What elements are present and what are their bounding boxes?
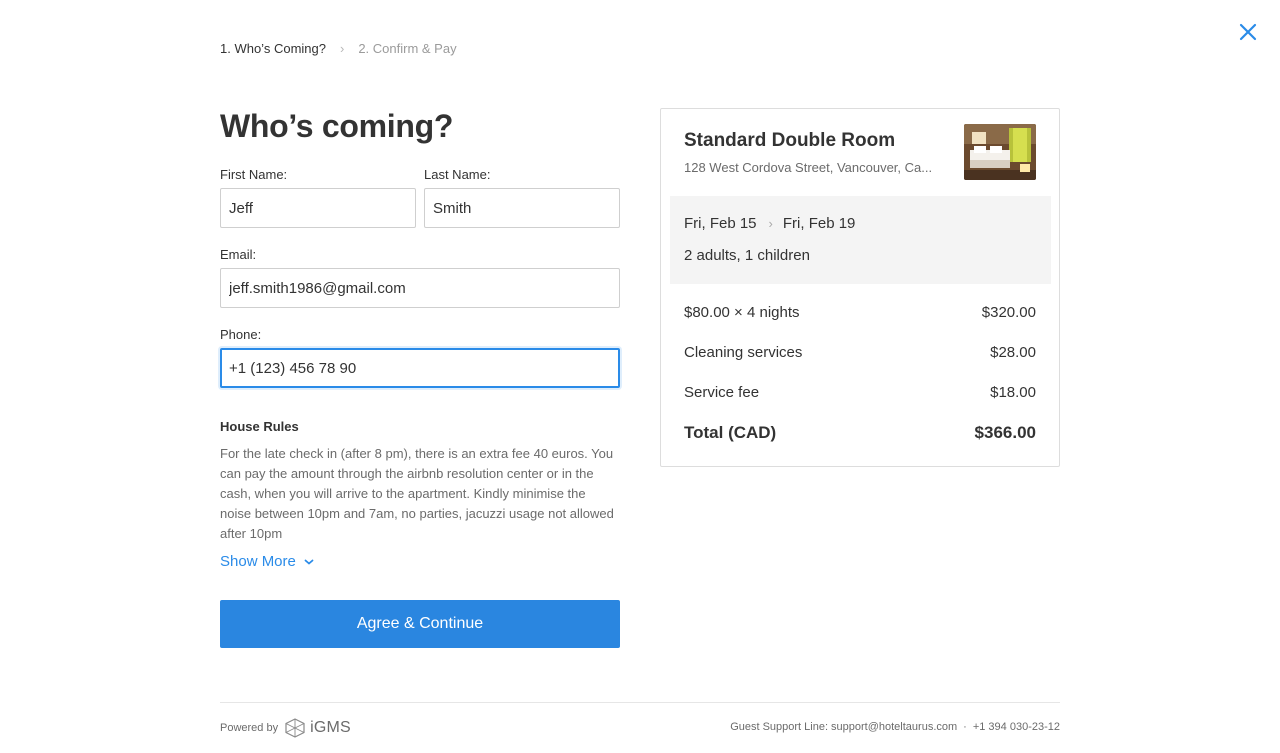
- powered-by: Powered by iGMS: [220, 718, 351, 738]
- price-line-amount: $28.00: [990, 344, 1036, 361]
- agree-continue-button[interactable]: Agree & Continue: [220, 600, 620, 648]
- footer-divider: [220, 702, 1060, 703]
- igms-brand-text: iGMS: [310, 719, 351, 736]
- support-email-link[interactable]: support@hoteltaurus.com: [831, 721, 957, 733]
- guest-support: Guest Support Line: support@hoteltaurus.…: [730, 721, 1060, 733]
- price-line-cleaning: Cleaning services $28.00: [684, 344, 1036, 361]
- checkout-stepper: 1. Who’s Coming? › 2. Confirm & Pay: [220, 39, 457, 57]
- price-line-label: Cleaning services: [684, 344, 803, 361]
- price-line-service-fee: Service fee $18.00: [684, 384, 1036, 401]
- show-more-label[interactable]: Show More: [220, 553, 296, 570]
- room-title: Standard Double Room: [684, 130, 896, 151]
- first-name-label: First Name:: [220, 167, 288, 182]
- step-confirm-pay[interactable]: 2. Confirm & Pay: [358, 41, 456, 56]
- check-out-date: Fri, Feb 19: [782, 215, 856, 232]
- last-name-label: Last Name:: [424, 167, 491, 182]
- total-label: Total (CAD): [684, 423, 777, 442]
- house-rules-title: House Rules: [220, 419, 299, 434]
- close-button[interactable]: [1236, 20, 1260, 44]
- check-in-date: Fri, Feb 15: [684, 215, 757, 232]
- last-name-input[interactable]: [424, 188, 620, 228]
- phone-input[interactable]: [220, 348, 620, 388]
- price-line-amount: $18.00: [990, 384, 1036, 401]
- igms-logo-icon: [285, 718, 305, 738]
- close-icon[interactable]: [1236, 20, 1260, 44]
- stay-details: Fri, Feb 15 › Fri, Feb 19 2 adults, 1 ch…: [670, 196, 1051, 284]
- show-more-link[interactable]: Show More: [220, 553, 314, 570]
- email-input[interactable]: [220, 268, 620, 308]
- igms-logo[interactable]: iGMS: [284, 718, 351, 738]
- booking-summary-card: Standard Double Room 128 West Cordova St…: [660, 108, 1060, 467]
- email-label: Email:: [220, 247, 257, 262]
- price-line-label: Service fee: [684, 384, 760, 401]
- price-line-nights: $80.00 × 4 nights $320.00: [684, 304, 1036, 321]
- room-address: 128 West Cordova Street, Vancouver, Ca..…: [684, 160, 933, 175]
- price-total: Total (CAD) $366.00: [684, 423, 1036, 443]
- stay-dates: Fri, Feb 15 › Fri, Feb 19: [684, 215, 855, 232]
- page-title: Who’s coming?: [220, 108, 454, 144]
- total-amount: $366.00: [974, 423, 1036, 442]
- chevron-right-icon: ›: [768, 216, 773, 231]
- price-line-amount: $320.00: [981, 304, 1036, 321]
- step-whos-coming[interactable]: 1. Who’s Coming?: [220, 41, 326, 56]
- chevron-down-icon[interactable]: [304, 558, 314, 566]
- price-line-label: $80.00 × 4 nights: [684, 304, 800, 321]
- guest-count: 2 adults, 1 children: [684, 247, 810, 264]
- phone-label: Phone:: [220, 327, 262, 342]
- support-label: Guest Support Line:: [730, 721, 829, 733]
- support-phone-link[interactable]: +1 394 030-23-12: [973, 721, 1060, 733]
- footer-separator: ·: [963, 721, 967, 733]
- house-rules-text: For the late check in (after 8 pm), ther…: [220, 446, 614, 541]
- chevron-right-icon: ›: [339, 40, 345, 56]
- first-name-input[interactable]: [220, 188, 416, 228]
- room-photo: [964, 124, 1036, 180]
- powered-by-label: Powered by: [220, 722, 279, 734]
